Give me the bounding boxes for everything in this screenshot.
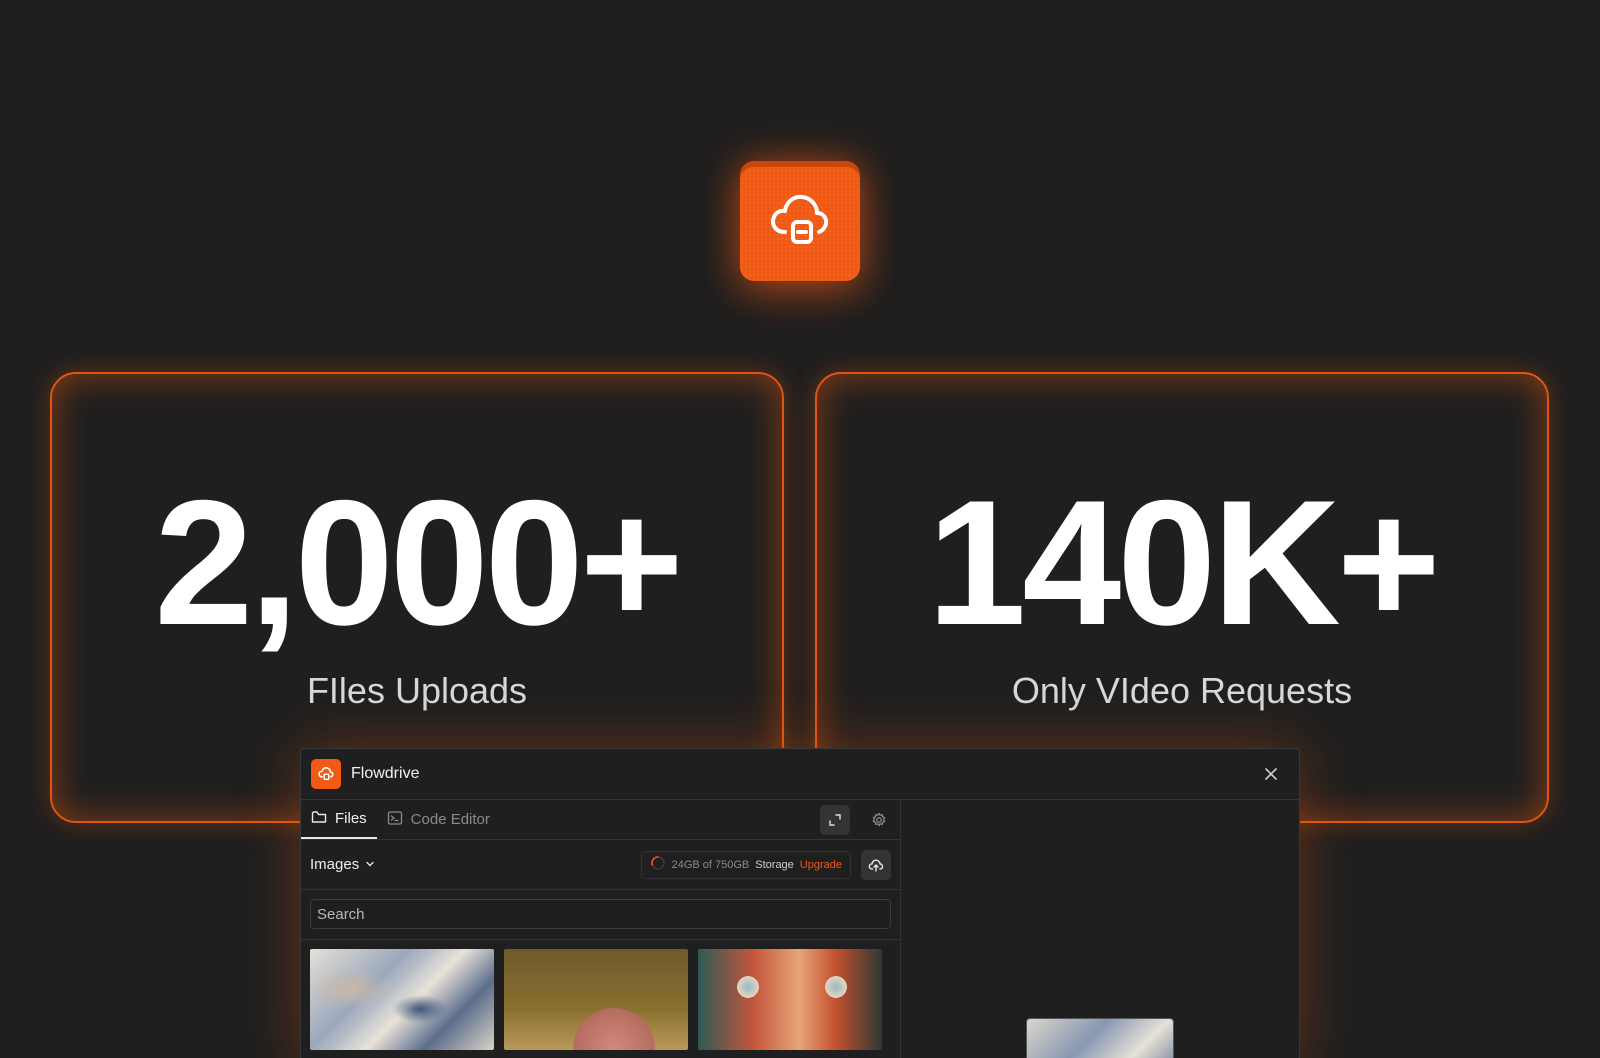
search-row bbox=[301, 890, 900, 940]
tab-files[interactable]: Files bbox=[301, 800, 377, 839]
thumbnail-painted-face[interactable] bbox=[698, 949, 882, 1050]
folder-icon bbox=[311, 809, 327, 829]
window-title: Flowdrive bbox=[351, 765, 420, 782]
tab-actions bbox=[820, 805, 894, 835]
tab-code-editor[interactable]: Code Editor bbox=[377, 800, 500, 839]
expand-icon[interactable] bbox=[820, 805, 850, 835]
gear-icon[interactable] bbox=[864, 805, 894, 835]
window-header: Flowdrive bbox=[301, 749, 1299, 800]
close-icon[interactable] bbox=[1261, 764, 1281, 784]
thumbnail-abstract-swirl[interactable] bbox=[310, 949, 494, 1050]
storage-word: Storage bbox=[755, 858, 794, 871]
stat-value: 2,000+ bbox=[154, 463, 683, 662]
storage-used-text: 24GB of 750GB bbox=[671, 858, 750, 871]
upgrade-link[interactable]: Upgrade bbox=[800, 859, 842, 871]
flowdrive-window: Flowdrive Files Code Editor Images 24GB … bbox=[300, 748, 1300, 1058]
search-input[interactable] bbox=[310, 899, 891, 929]
storage-indicator: 24GB of 750GB Storage Upgrade bbox=[640, 850, 851, 879]
preview-image bbox=[1026, 1018, 1174, 1058]
terminal-icon bbox=[387, 810, 403, 830]
thumbnail-pink-vase[interactable] bbox=[504, 949, 688, 1050]
folder-dropdown-label: Images bbox=[310, 856, 360, 873]
browser-toolbar: Images 24GB of 750GB Storage Upgrade bbox=[301, 840, 900, 890]
tab-label: Code Editor bbox=[410, 811, 490, 828]
stat-value: 140K+ bbox=[927, 463, 1440, 662]
tab-bar: Files Code Editor bbox=[301, 800, 900, 840]
folder-dropdown[interactable]: Images bbox=[310, 856, 375, 873]
flowdrive-logo-icon bbox=[311, 759, 341, 789]
cloud-upload-icon[interactable] bbox=[861, 849, 891, 880]
storage-progress-icon bbox=[650, 855, 666, 874]
stat-label: FIles Uploads bbox=[306, 670, 528, 711]
app-logo-icon bbox=[740, 161, 860, 281]
chevron-down-icon bbox=[365, 856, 375, 873]
thumbnail-grid bbox=[301, 940, 900, 1058]
tab-label: Files bbox=[335, 810, 367, 827]
stat-label: Only VIdeo Requests bbox=[1011, 670, 1353, 711]
file-browser-pane: Files Code Editor Images 24GB of 750GB S… bbox=[301, 800, 901, 1058]
